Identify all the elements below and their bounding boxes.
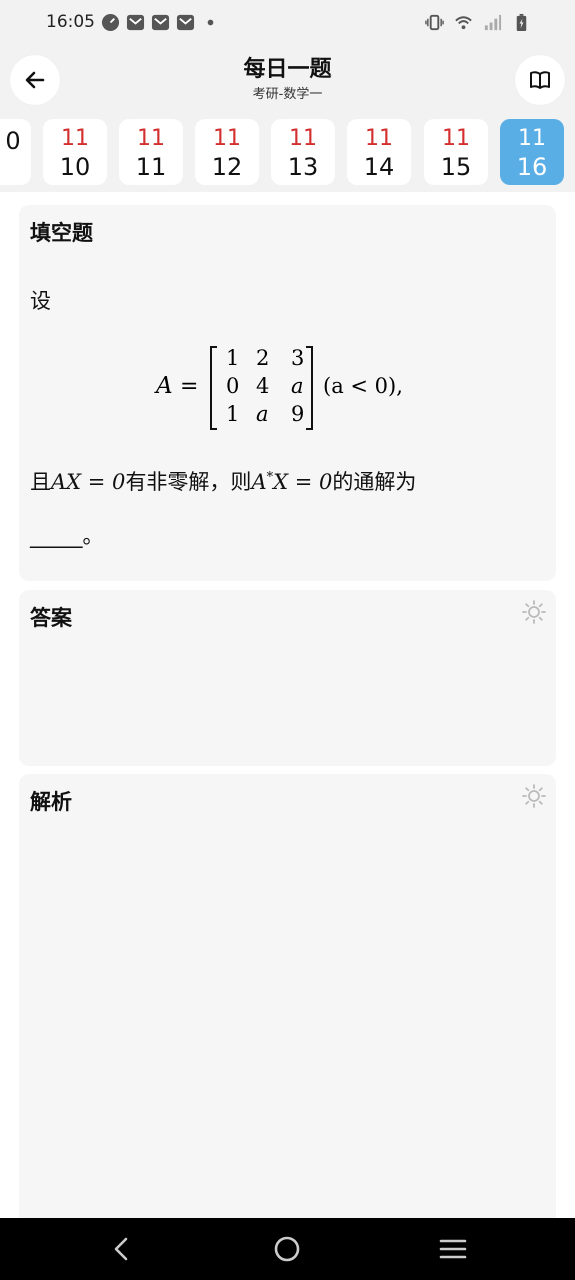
date-chip[interactable]: 11 10 [43, 119, 107, 185]
book-button[interactable] [515, 55, 565, 105]
matrix-cell: 0 [226, 374, 239, 398]
analysis-card: 解析 [19, 774, 556, 1234]
book-open-icon [530, 71, 550, 89]
answer-title: 答案 [30, 606, 72, 630]
date-chip-day: 10 [59, 153, 91, 181]
matrix-cell: 4 [256, 374, 269, 398]
date-chip-month: 11 [137, 126, 165, 151]
matrix-cell: 1 [226, 346, 239, 370]
question-line-2: 且AX = 0有非零解，则A*X = 0的通解为 [30, 466, 416, 496]
system-icons [425, 13, 531, 32]
date-chip-month: 11 [442, 126, 470, 151]
q-eq1: AX = 0 [51, 470, 126, 494]
q-prefix: 且 [30, 470, 51, 494]
signal-icon [484, 14, 502, 31]
q-suffix: 的通解为 [332, 470, 417, 494]
matrix-condition: (a < 0), [323, 374, 403, 398]
system-nav-bar [0, 1218, 575, 1280]
home-circle-icon[interactable] [272, 1234, 302, 1264]
matrix-equals: = [180, 374, 198, 399]
question-intro: 设 [30, 289, 51, 313]
answer-card: 答案 [19, 590, 556, 766]
matrix-lhs: A [154, 373, 173, 399]
dot-icon [207, 19, 214, 26]
title-block: 每日一题 考研-数学一 [0, 56, 575, 104]
matrix-cell: 2 [256, 346, 269, 370]
mail-icon [151, 14, 170, 31]
date-chip-day: 14 [363, 153, 395, 181]
date-chip[interactable]: 11 14 [347, 119, 411, 185]
right-bracket [306, 346, 313, 430]
notification-icons [101, 13, 220, 32]
date-chip-selected[interactable]: 11 16 [500, 119, 564, 185]
matrix-cell: 9 [291, 402, 304, 426]
menu-lines-icon[interactable] [438, 1234, 468, 1264]
date-chip-month: 11 [213, 126, 241, 151]
matrix-cell: 1 [226, 402, 239, 426]
question-type-label: 填空题 [30, 221, 93, 245]
date-chip-day: 15 [440, 153, 472, 181]
left-bracket [210, 346, 217, 430]
battery-icon [516, 13, 527, 32]
speedometer-icon [101, 13, 120, 32]
status-time: 16:05 [46, 12, 95, 32]
sun-icon[interactable] [522, 784, 546, 808]
date-chip-day: 13 [287, 153, 319, 181]
mail-icon [176, 14, 195, 31]
matrix-equation: A = 1 2 3 0 4 a 1 a 9 (a < 0), [19, 343, 556, 433]
date-strip: 0 11 10 11 11 11 12 11 13 11 14 11 15 11… [0, 114, 575, 192]
date-chip[interactable]: 11 15 [424, 119, 488, 185]
matrix-cell: 3 [291, 346, 304, 370]
app-header: 每日一题 考研-数学一 [0, 46, 575, 114]
date-chip[interactable]: 11 12 [195, 119, 259, 185]
q-eq2: A*X = 0 [251, 470, 333, 494]
back-chevron-icon[interactable] [107, 1234, 137, 1264]
wifi-icon [455, 16, 472, 30]
date-chip-day: 11 [135, 153, 167, 181]
matrix-svg: A = 1 2 3 0 4 a 1 a 9 (a < 0), [154, 346, 403, 430]
matrix-cell: a [256, 402, 269, 426]
mail-icon [126, 14, 145, 31]
q-mid: 有非零解，则 [125, 470, 252, 494]
date-chip-day: 16 [516, 153, 548, 181]
date-chip-day: 0 [5, 127, 21, 155]
date-chip[interactable]: 0 [0, 119, 31, 185]
date-chip-month: 11 [289, 126, 317, 151]
date-chip-month: 11 [61, 126, 89, 151]
matrix-cell: a [291, 374, 304, 398]
analysis-title: 解析 [30, 790, 72, 814]
sun-icon[interactable] [522, 600, 546, 624]
date-chip-month: 11 [365, 126, 393, 151]
vibrate-icon [425, 14, 444, 31]
page-title: 每日一题 [243, 57, 332, 82]
status-bar: 16:05 [0, 0, 575, 46]
page-subtitle: 考研-数学一 [252, 87, 323, 102]
date-chip-day: 12 [211, 153, 243, 181]
question-card: 填空题 设 A = 1 2 3 0 4 a 1 a 9 (a < 0), 且AX… [19, 205, 556, 581]
answer-blank: _____。 [30, 524, 104, 548]
date-chip[interactable]: 11 13 [271, 119, 335, 185]
date-chip[interactable]: 11 11 [119, 119, 183, 185]
date-chip-month: 11 [518, 126, 546, 151]
